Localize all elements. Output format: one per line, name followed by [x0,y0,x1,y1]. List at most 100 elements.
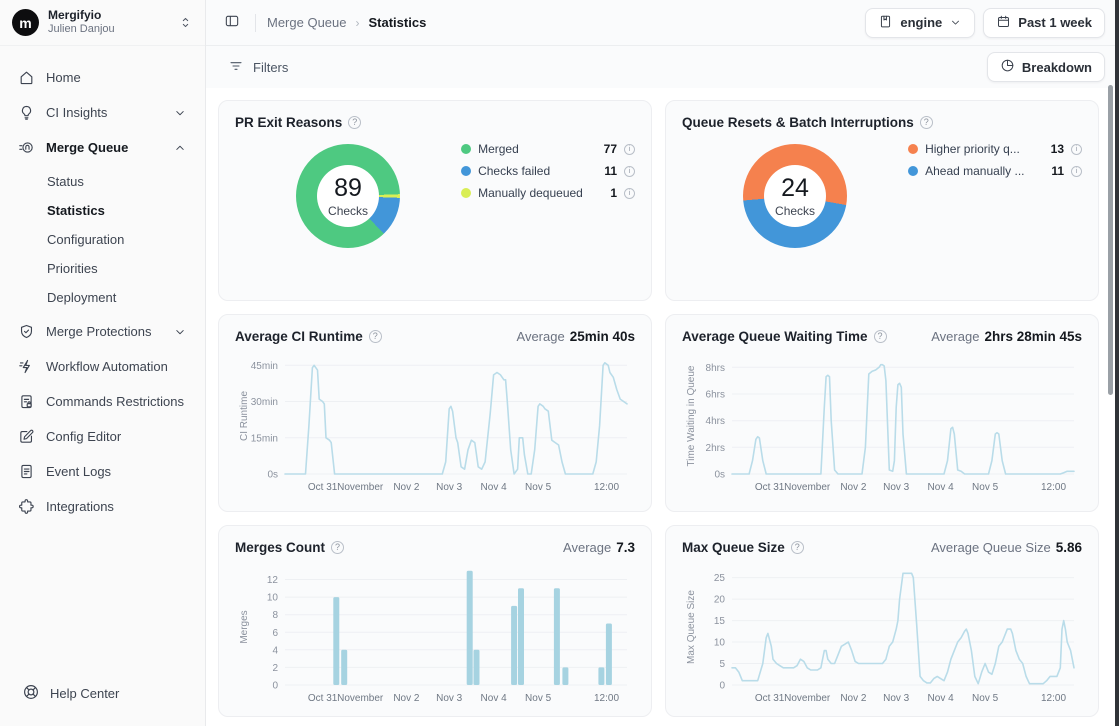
svg-text:45min: 45min [251,361,278,372]
org-switcher[interactable]: m Mergifyio Julien Danjou [0,0,205,46]
svg-text:Nov 2: Nov 2 [393,482,420,493]
svg-text:15: 15 [714,616,726,627]
filters-label: Filters [253,60,288,75]
merge-queue-icon [18,139,35,156]
sidebar-item-integrations[interactable]: Integrations [10,491,195,522]
svg-text:20: 20 [714,595,726,606]
legend-label: Manually dequeued [478,186,603,200]
topbar-right: engine Past 1 week [865,8,1105,38]
org-switcher-icon-slot [178,15,193,30]
panel-icon [224,13,240,29]
info-icon[interactable]: i [624,144,635,155]
sidebar-toggle-button[interactable] [220,9,244,36]
average-stat: Average25min 40s [517,329,635,344]
average-stat: Average7.3 [563,540,635,555]
help-icon[interactable]: ? [874,330,887,343]
legend-item: Merged77i [461,142,635,156]
svg-text:Nov 4: Nov 4 [928,482,955,493]
sidebar-item-ci-insights[interactable]: CI Insights [10,97,195,128]
sidebar-item-priorities[interactable]: Priorities [10,254,195,282]
sidebar-item-home[interactable]: Home [10,62,195,93]
sidebar-item-event-logs[interactable]: Event Logs [10,456,195,487]
org-name: Mergifyio [48,9,115,23]
donut-unit: Checks [328,204,368,218]
info-icon[interactable]: i [624,188,635,199]
legend: Higher priority q...13iAhead manually ..… [908,132,1082,248]
repo-select-value: engine [900,15,942,30]
breadcrumb-statistics: Statistics [369,15,427,30]
svg-text:0: 0 [272,681,278,692]
info-icon[interactable]: i [624,166,635,177]
legend-value: 11 [1051,164,1064,178]
help-icon[interactable]: ? [348,116,361,129]
svg-text:Nov 4: Nov 4 [481,693,508,704]
chevron-down-sm-icon [949,16,962,29]
svg-text:Nov 3: Nov 3 [436,482,463,493]
card-head: PR Exit Reasons? [235,115,635,130]
help-icon[interactable]: ? [331,541,344,554]
repo-select[interactable]: engine [865,8,975,38]
legend-label: Merged [478,142,597,156]
repo-icon-slot [878,14,893,32]
pie-body: 89ChecksMerged77iChecks failed11iManuall… [235,132,635,248]
svg-text:Oct 31: Oct 31 [755,482,785,493]
sidebar-item-configuration[interactable]: Configuration [10,225,195,253]
svg-text:Nov 2: Nov 2 [840,693,867,704]
sidebar-item-workflow-automation[interactable]: Workflow Automation [10,351,195,382]
legend-label: Ahead manually ... [925,164,1044,178]
calendar-icon-slot [996,14,1011,32]
svg-text:Nov 4: Nov 4 [928,693,955,704]
vertical-scrollbar[interactable] [1108,85,1113,395]
card-queue-resets: Queue Resets & Batch Interruptions?24Che… [665,100,1099,301]
filters-button[interactable]: Filters [220,52,296,83]
book-icon [878,14,893,29]
help-center-link[interactable]: Help Center [0,669,205,726]
sidebar-item-merge-protections[interactable]: Merge Protections [10,316,195,347]
legend-dot [461,144,471,154]
sidebar-item-label: Commands Restrictions [46,394,187,409]
sidebar-item-deployment[interactable]: Deployment [10,283,195,311]
svg-text:12:00: 12:00 [594,482,619,493]
dashboard-grid: PR Exit Reasons?89ChecksMerged77iChecks … [206,88,1119,726]
chevron-down-icon [173,325,187,339]
breadcrumb-merge-queue[interactable]: Merge Queue [267,15,347,30]
legend-item: Manually dequeued1i [461,186,635,200]
svg-text:30min: 30min [251,397,278,408]
date-range-button[interactable]: Past 1 week [983,8,1105,38]
help-icon[interactable]: ? [369,330,382,343]
info-icon[interactable]: i [1071,144,1082,155]
card-merges-count: Merges Count?Average7.3024681012Oct 31No… [218,525,652,717]
divider [255,14,256,32]
lifebuoy-icon [22,683,40,701]
average-label: Average [931,329,979,344]
card-head: Average Queue Waiting Time?Average2hrs 2… [682,329,1082,344]
sidebar-item-label: CI Insights [46,105,162,120]
sidebar-item-commands-restrictions[interactable]: Commands Restrictions [10,386,195,417]
lifebuoy-icon-slot [22,683,40,704]
sidebar-item-label: Merge Queue [46,140,162,155]
main-area: Merge Queue › Statistics engine Past 1 w… [206,0,1119,726]
chevron-slot [949,16,962,29]
sidebar-item-merge-queue[interactable]: Merge Queue [10,132,195,163]
legend-value: 13 [1051,142,1064,156]
svg-text:Nov 2: Nov 2 [840,482,867,493]
help-icon[interactable]: ? [791,541,804,554]
help-icon[interactable]: ? [920,116,933,129]
legend-dot [908,144,918,154]
sidebar-item-config-editor[interactable]: Config Editor [10,421,195,452]
average-value: 7.3 [616,540,635,555]
svg-text:4hrs: 4hrs [706,416,725,427]
svg-text:November: November [784,693,831,704]
svg-text:8hrs: 8hrs [706,363,725,374]
card-queue-waiting-time: Average Queue Waiting Time?Average2hrs 2… [665,314,1099,512]
card-title: Average CI Runtime [235,329,363,344]
sidebar-item-statistics[interactable]: Statistics [10,196,195,224]
svg-text:12:00: 12:00 [1041,693,1066,704]
breakdown-button[interactable]: Breakdown [987,52,1105,82]
donut-center: 89Checks [317,165,379,227]
info-icon[interactable]: i [1071,166,1082,177]
svg-text:15min: 15min [251,433,278,444]
sidebar-item-status[interactable]: Status [10,167,195,195]
chart-wrap: 0s15min30min45minOct 31NovemberNov 2Nov … [235,350,635,503]
svg-text:6hrs: 6hrs [706,390,725,401]
